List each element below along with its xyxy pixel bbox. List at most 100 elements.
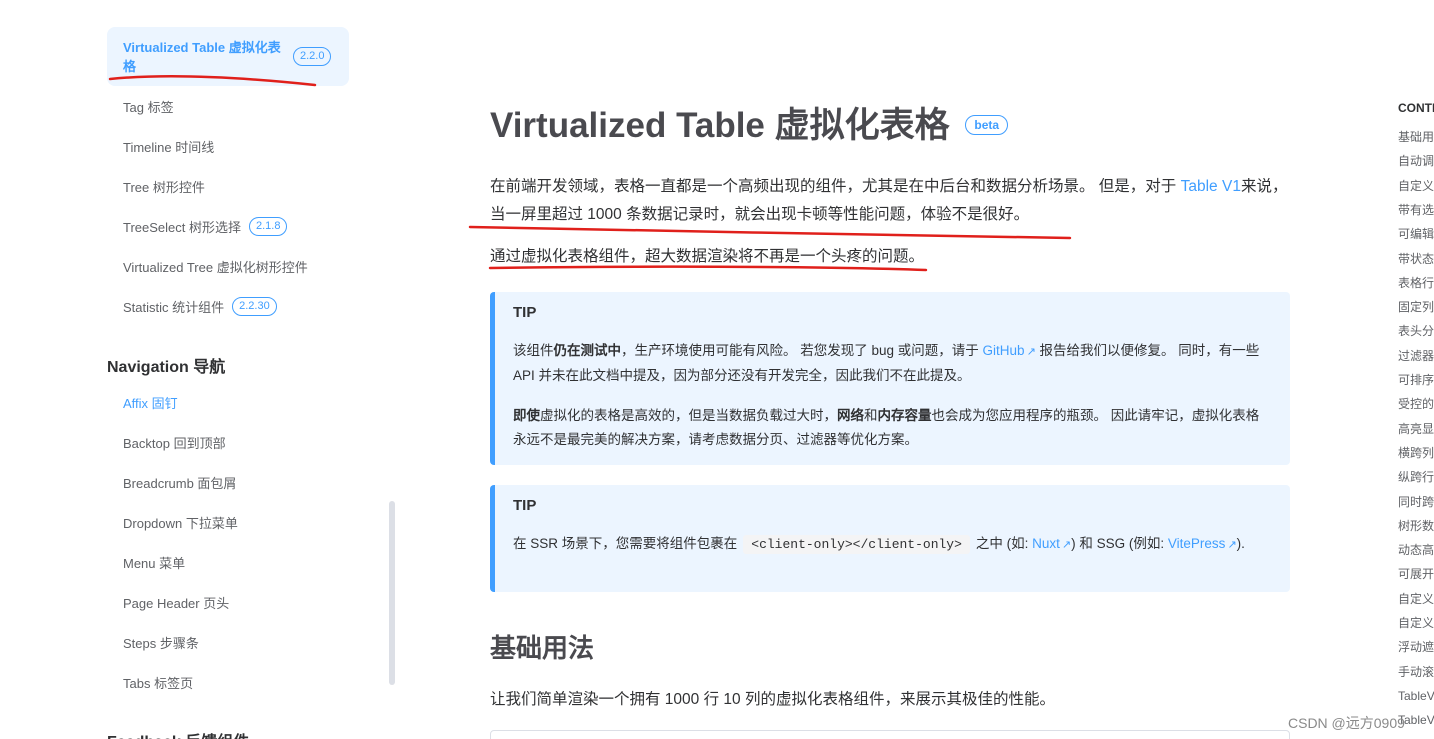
sidebar-group-navigation: Navigation 导航 [107, 359, 226, 376]
version-badge: 2.1.8 [249, 216, 288, 236]
sidebar-item-tag[interactable]: Tag 标签 [107, 96, 349, 116]
version-badge: 2.2.30 [232, 296, 277, 316]
sidebar-item-tabs[interactable]: Tabs 标签页 [107, 672, 349, 692]
version-badge: 2.2.0 [293, 47, 332, 66]
intro-text: 在前端开发领域，表格一直都是一个高频出现的组件，尤其是在中后台和数据分析场景。 … [490, 178, 1181, 195]
toc-item[interactable]: 可排序表格 [1398, 371, 1434, 388]
tip-text: 之中 (如: [975, 536, 1033, 551]
nuxt-link-label: Nuxt [1032, 536, 1060, 551]
section-title-basic-usage: 基础用法 [490, 633, 595, 663]
tip-text: 和 [864, 408, 878, 423]
external-link-icon: ↗ [1026, 346, 1036, 358]
tip-title: TIP [513, 497, 537, 514]
tip-paragraph: 即使虚拟化的表格是高效的，但是当数据负载过大时，网络和内存容量也会成为您应用程序… [513, 404, 1270, 452]
sidebar-item-statistic[interactable]: Statistic 统计组件 2.2.30 [107, 296, 349, 316]
toc-item[interactable]: 横跨列 [1398, 444, 1434, 461]
sidebar-item-treeselect[interactable]: TreeSelect 树形选择 2.1.8 [107, 216, 349, 236]
sidebar-item-affix[interactable]: Affix 固钉 [107, 392, 349, 412]
vitepress-link[interactable]: VitePress ↗ [1168, 536, 1237, 551]
sidebar-item-virtualized-table[interactable]: Virtualized Table 虚拟化表格 2.2.0 [107, 27, 349, 86]
external-link-icon: ↗ [1061, 539, 1072, 551]
csdn-watermark: CSDN @远方0909 [1288, 715, 1405, 731]
toc-item[interactable]: 过滤器 [1398, 347, 1434, 364]
sidebar-group-feedback: Feedback 反馈组件 [107, 728, 249, 739]
toc-item[interactable]: 自定义单元格渲染器 [1398, 177, 1434, 194]
toc-item[interactable]: 自动调整大小 [1398, 152, 1434, 169]
toc-item[interactable]: 浮动遮罩 [1398, 638, 1434, 655]
toc-item[interactable]: 自定义页脚 [1398, 590, 1434, 607]
sidebar-item-label: Tree 树形控件 [123, 179, 205, 195]
beta-badge: beta [965, 115, 1009, 135]
section-intro: 让我们简单渲染一个拥有 1000 行 10 列的虚拟化表格组件，来展示其极佳的性… [490, 691, 1055, 708]
sidebar-item-label: Statistic 统计组件 [123, 299, 225, 315]
toc-item[interactable]: 带有选择的表格 [1398, 201, 1434, 218]
toc-item[interactable]: 受控的排序 [1398, 395, 1434, 412]
sidebar-item-label: Timeline 时间线 [123, 139, 215, 155]
toc-item[interactable]: 带状态的表格 [1398, 250, 1434, 267]
sidebar-item-label: TreeSelect 树形选择 [123, 219, 241, 235]
tip-text: ，生产环境使用可能有风险。 若您发现了 bug 或问题，请于 [621, 343, 983, 358]
intro-second-paragraph: 通过虚拟化表格组件，超大数据渲染将不再是一个头疼的问题。 [490, 248, 925, 265]
sidebar-item-virtualized-tree[interactable]: Virtualized Tree 虚拟化树形控件 [107, 256, 349, 276]
vitepress-link-label: VitePress [1167, 536, 1226, 551]
toc-item[interactable]: 手动滚动 [1398, 663, 1434, 680]
sidebar-item-label: Tag 标签 [123, 99, 174, 115]
toc-item[interactable]: 固定列表格 [1398, 298, 1434, 315]
toc-item[interactable]: 树形数据 [1398, 517, 1434, 534]
sidebar-item-label: Affix 固钉 [123, 395, 178, 411]
tip-paragraph: 在 SSR 场景下，您需要将组件包裹在 <client-only></client… [513, 532, 1270, 557]
demo-container [490, 730, 1290, 739]
toc-item[interactable]: 自定义空元素 [1398, 614, 1434, 631]
sidebar-item-label: Backtop 回到顶部 [123, 435, 226, 451]
tip-text: 该组件 [513, 343, 554, 358]
tip-paragraph: 该组件仍在测试中，生产环境使用可能有风险。 若您发现了 bug 或问题，请于 G… [513, 339, 1270, 388]
sidebar-item-label: Steps 步骤条 [123, 635, 199, 651]
toc-item[interactable]: 可展开的行 [1398, 565, 1434, 582]
sidebar-item-dropdown[interactable]: Dropdown 下拉菜单 [107, 512, 349, 532]
tip-text: ) 和 SSG (例如: [1071, 536, 1168, 551]
inline-code: <client-only></client-only> [743, 535, 970, 554]
toc-item[interactable]: 动态高度渲染器 [1398, 541, 1434, 558]
toc-item[interactable]: 纵跨行 [1398, 468, 1434, 485]
tip-text: 在 SSR 场景下，您需要将组件包裹在 [513, 536, 738, 551]
tip-text: 虚拟化的表格是高效的，但是当数据负载过大时， [540, 408, 837, 423]
sidebar-item-label: Virtualized Tree 虚拟化树形控件 [123, 259, 308, 275]
toc-item[interactable]: 可编辑单元格 [1398, 225, 1434, 242]
toc-item[interactable]: TableV2 属性 [1398, 687, 1434, 704]
sidebar-item-timeline[interactable]: Timeline 时间线 [107, 136, 349, 156]
toc-item[interactable]: 表头分组 [1398, 322, 1434, 339]
intro-paragraph: 在前端开发领域，表格一直都是一个高频出现的组件，尤其是在中后台和数据分析场景。 … [490, 173, 1290, 229]
tip-block-testing: TIP 该组件仍在测试中，生产环境使用可能有风险。 若您发现了 bug 或问题，… [490, 292, 1290, 465]
sidebar-item-breadcrumb[interactable]: Breadcrumb 面包屑 [107, 472, 349, 492]
tip-bold-text: 网络 [837, 408, 864, 423]
toc-title: CONTENTS [1398, 101, 1434, 115]
github-link[interactable]: GitHub ↗ [983, 343, 1036, 358]
sidebar-item-steps[interactable]: Steps 步骤条 [107, 632, 349, 652]
tip-bold-text: 内存容量 [877, 408, 932, 423]
github-link-label: GitHub [982, 343, 1025, 358]
sidebar-item-label: Breadcrumb 面包屑 [123, 475, 237, 491]
page-title-text: Virtualized Table 虚拟化表格 [490, 106, 950, 145]
toc-item[interactable]: 基础用法 [1398, 128, 1434, 145]
tip-title: TIP [513, 304, 537, 321]
nuxt-link[interactable]: Nuxt ↗ [1032, 536, 1071, 551]
tip-bold-text: 仍在测试中 [553, 343, 622, 358]
sidebar-item-tree[interactable]: Tree 树形控件 [107, 176, 349, 196]
sidebar-item-backtop[interactable]: Backtop 回到顶部 [107, 432, 349, 452]
sidebar-item-menu[interactable]: Menu 菜单 [107, 552, 349, 572]
page-title: Virtualized Table 虚拟化表格 beta [490, 97, 1009, 148]
table-v1-link[interactable]: Table V1 [1181, 178, 1241, 195]
tip-bold-text: 即使 [513, 408, 540, 423]
tip-block-ssr: TIP 在 SSR 场景下，您需要将组件包裹在 <client-only></cl… [490, 485, 1290, 592]
sidebar-item-label: Tabs 标签页 [123, 675, 194, 691]
sidebar-item-label: Dropdown 下拉菜单 [123, 515, 238, 531]
tip-text: ). [1236, 536, 1245, 551]
external-link-icon: ↗ [1227, 539, 1237, 551]
sidebar: Virtualized Table 虚拟化表格 2.2.0 Tag 标签 Tim… [0, 0, 400, 739]
toc-item[interactable]: 高亮显示 [1398, 420, 1434, 437]
sidebar-scrollbar[interactable] [389, 501, 395, 685]
sidebar-item-label: Virtualized Table 虚拟化表格 [123, 39, 281, 74]
toc-item[interactable]: 同时跨行跨列 [1398, 493, 1434, 510]
toc-item[interactable]: 表格行高 [1398, 274, 1434, 291]
sidebar-item-page-header[interactable]: Page Header 页头 [107, 592, 349, 612]
